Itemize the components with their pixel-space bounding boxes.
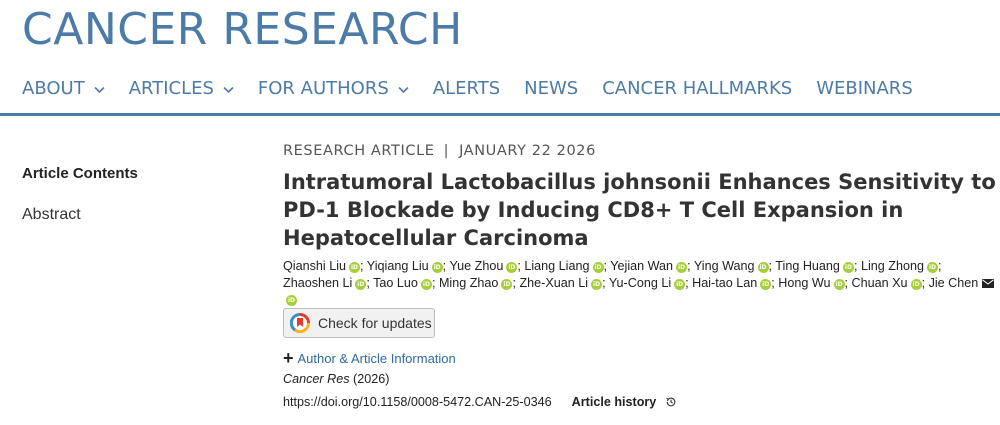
author-link[interactable]: Ying Wang (694, 259, 755, 273)
orcid-icon[interactable]: iD (674, 278, 686, 290)
orcid-icon[interactable]: iD (506, 262, 518, 273)
crossmark-icon (290, 312, 310, 333)
author-separator: ; (603, 259, 608, 273)
orcid-icon[interactable]: iD (757, 262, 769, 273)
article-header: RESEARCH ARTICLE | JANUARY 22 2026 Intra… (283, 143, 1000, 409)
author-link[interactable]: Qianshi Liu (283, 259, 346, 273)
article-meta: RESEARCH ARTICLE | JANUARY 22 2026 (283, 143, 1000, 159)
sidebar-link-abstract[interactable]: Abstract (22, 206, 138, 224)
nav-for-authors[interactable]: FOR AUTHORS (258, 78, 409, 99)
author-separator: ; (685, 275, 689, 290)
nav-news-label: NEWS (524, 77, 579, 99)
nav-articles-label: ARTICLES (128, 77, 214, 99)
orcid-icon[interactable]: iD (842, 262, 854, 273)
author-separator: ; (921, 275, 926, 290)
article-title: Intratumoral Lactobacillus johnsonii Enh… (283, 170, 996, 250)
author-link[interactable]: Ting Huang (775, 259, 840, 273)
orcid-icon[interactable]: iD (592, 262, 604, 273)
doi-link[interactable]: https://doi.org/10.1158/0008-5472.CAN-25… (283, 395, 552, 409)
author-link[interactable]: Yejian Wan (610, 259, 673, 273)
author-article-information-toggle[interactable]: + Author & Article Information (283, 348, 456, 368)
article-history-label: Article history (571, 394, 657, 409)
article-history-button[interactable]: Article history (572, 395, 678, 409)
author-separator: ; (431, 275, 436, 290)
publication-date: JANUARY 22 2026 (459, 143, 596, 159)
journal-citation: Cancer Res (2026) (283, 372, 389, 386)
nav-news[interactable]: NEWS (524, 78, 578, 99)
envelope-icon[interactable] (982, 278, 995, 288)
author-separator: ; (360, 259, 364, 273)
author-link[interactable]: Hong Wu (778, 276, 830, 290)
orcid-icon[interactable]: iD (760, 278, 772, 290)
author-separator: ; (512, 275, 516, 290)
main-nav: ABOUT ARTICLES FOR AUTHORS ALERTS NEWS C… (22, 76, 937, 100)
chevron-down-icon (94, 86, 105, 93)
author-link[interactable]: Tao Luo (373, 276, 418, 290)
nav-webinars-label: WEBINARS (816, 77, 913, 99)
journal-logo[interactable]: CANCER RESEARCH (22, 4, 463, 55)
author-link[interactable]: Zhaoshen Li (283, 276, 352, 290)
author-separator: ; (937, 259, 942, 273)
article-contents-heading: Article Contents (22, 165, 138, 182)
history-clock-icon (666, 397, 676, 406)
author-list: Qianshi Liu iD; Yiqiang Liu iD; Yue Zhou iD… (283, 258, 995, 308)
author-separator: ; (768, 259, 773, 273)
orcid-icon[interactable]: iD (676, 262, 688, 273)
nav-about[interactable]: ABOUT (22, 78, 105, 99)
nav-cancer-hallmarks-label: CANCER HALLMARKS (602, 77, 793, 99)
author-link[interactable]: Hai-tao Lan (692, 276, 757, 290)
orcid-icon[interactable]: iD (431, 262, 443, 273)
author-separator: ; (366, 275, 370, 290)
author-separator: ; (602, 275, 606, 290)
orcid-icon[interactable]: iD (420, 278, 432, 290)
orcid-icon[interactable]: iD (910, 278, 922, 290)
author-link[interactable]: Yu-Cong Li (609, 276, 671, 290)
doi-row: https://doi.org/10.1158/0008-5472.CAN-25… (283, 395, 677, 409)
check-for-updates-label: Check for updates (318, 314, 432, 331)
author-link[interactable]: Yiqiang Liu (367, 259, 429, 273)
orcid-icon[interactable]: iD (591, 278, 603, 290)
meta-separator: | (443, 143, 450, 159)
orcid-icon[interactable]: iD (355, 278, 367, 290)
author-link[interactable]: Ming Zhao (439, 276, 499, 290)
check-for-updates-button[interactable]: Check for updates (283, 307, 435, 338)
orcid-icon[interactable]: iD (926, 262, 938, 273)
nav-alerts[interactable]: ALERTS (433, 78, 500, 99)
author-article-information-label: Author & Article Information (297, 350, 456, 366)
nav-webinars[interactable]: WEBINARS (816, 78, 913, 99)
chevron-down-icon (223, 86, 234, 93)
author-link[interactable]: Zhe-Xuan Li (519, 276, 588, 290)
nav-about-label: ABOUT (22, 77, 85, 99)
author-separator: ; (853, 259, 858, 273)
author-link[interactable]: Yue Zhou (449, 259, 503, 273)
nav-alerts-label: ALERTS (432, 77, 501, 99)
orcid-icon[interactable]: iD (501, 278, 513, 290)
orcid-icon[interactable]: iD (286, 295, 297, 306)
author-separator: ; (844, 275, 849, 290)
author-separator: ; (687, 259, 691, 273)
nav-articles[interactable]: ARTICLES (129, 78, 234, 99)
author-link[interactable]: Chuan Xu (852, 276, 908, 290)
orcid-icon[interactable]: iD (349, 262, 361, 273)
article-contents-sidebar: Article Contents Abstract (22, 165, 138, 224)
chevron-down-icon (398, 86, 409, 93)
journal-name: Cancer Res (283, 371, 350, 386)
orcid-icon[interactable]: iD (833, 278, 845, 290)
header-divider (0, 113, 1000, 116)
nav-cancer-hallmarks[interactable]: CANCER HALLMARKS (602, 78, 792, 99)
author-separator: ; (517, 259, 521, 273)
author-link[interactable]: Liang Liang (524, 259, 589, 273)
journal-year: (2026) (353, 371, 390, 386)
article-type: RESEARCH ARTICLE (283, 143, 435, 159)
plus-icon: + (283, 348, 294, 368)
author-link[interactable]: Jie Chen (929, 276, 979, 290)
author-separator: ; (442, 259, 447, 273)
author-link[interactable]: Ling Zhong (861, 259, 924, 273)
author-separator: ; (771, 275, 775, 290)
nav-for-authors-label: FOR AUTHORS (257, 77, 389, 99)
